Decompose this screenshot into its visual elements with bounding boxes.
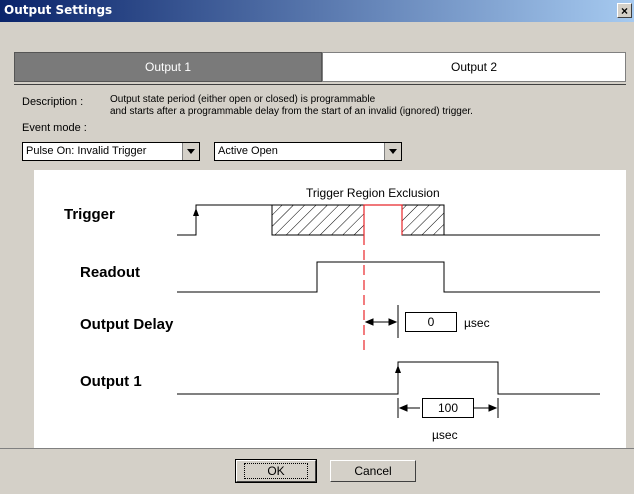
output-delay-arrow bbox=[364, 305, 399, 338]
tab-output-2[interactable]: Output 2 bbox=[322, 52, 626, 82]
description-line-2: and starts after a programmable delay fr… bbox=[110, 106, 473, 117]
trigger-hatch-region-1 bbox=[271, 204, 365, 236]
output-state-value: Active Open bbox=[218, 145, 278, 157]
timing-waveforms bbox=[177, 204, 600, 418]
trigger-hatch-region-2 bbox=[401, 204, 445, 236]
ok-button[interactable]: OK bbox=[235, 459, 317, 483]
description-label: Description : bbox=[22, 96, 84, 108]
event-mode-label: Event mode : bbox=[22, 122, 87, 134]
window-title: Output Settings bbox=[4, 3, 113, 17]
description-text: Output state period (either open or clos… bbox=[110, 94, 610, 118]
output-delay-input[interactable]: 0 bbox=[405, 312, 457, 332]
output-1-waveform bbox=[177, 361, 600, 395]
event-mode-value: Pulse On: Invalid Trigger bbox=[26, 145, 147, 157]
chevron-down-icon[interactable] bbox=[182, 143, 199, 160]
output-tabs: Output 1 Output 2 bbox=[14, 52, 626, 84]
output-settings-dialog: Output Settings × Output 1 Output 2 Desc… bbox=[0, 0, 634, 493]
description-line-1: Output state period (either open or clos… bbox=[110, 94, 376, 105]
trigger-edge-arrow bbox=[193, 208, 199, 216]
exclusion-window bbox=[363, 204, 403, 235]
tab-divider bbox=[14, 84, 626, 85]
chevron-down-icon[interactable] bbox=[384, 143, 401, 160]
title-bar: Output Settings × bbox=[0, 0, 634, 22]
dialog-footer bbox=[0, 448, 634, 494]
width-unit-label: µsec bbox=[432, 428, 458, 442]
delay-unit-label: µsec bbox=[464, 316, 490, 330]
timing-diagram: Trigger Readout Output Delay Output 1 Tr… bbox=[34, 170, 626, 448]
close-button[interactable]: × bbox=[617, 3, 632, 18]
output-edge-arrow bbox=[395, 365, 401, 373]
output-state-select[interactable]: Active Open bbox=[214, 142, 402, 161]
ok-button-label: OK bbox=[244, 463, 308, 479]
cancel-button[interactable]: Cancel bbox=[330, 460, 416, 482]
output-width-input[interactable]: 100 bbox=[422, 398, 474, 418]
readout-waveform bbox=[177, 261, 600, 293]
event-mode-select[interactable]: Pulse On: Invalid Trigger bbox=[22, 142, 200, 161]
tab-output-1[interactable]: Output 1 bbox=[14, 52, 322, 82]
